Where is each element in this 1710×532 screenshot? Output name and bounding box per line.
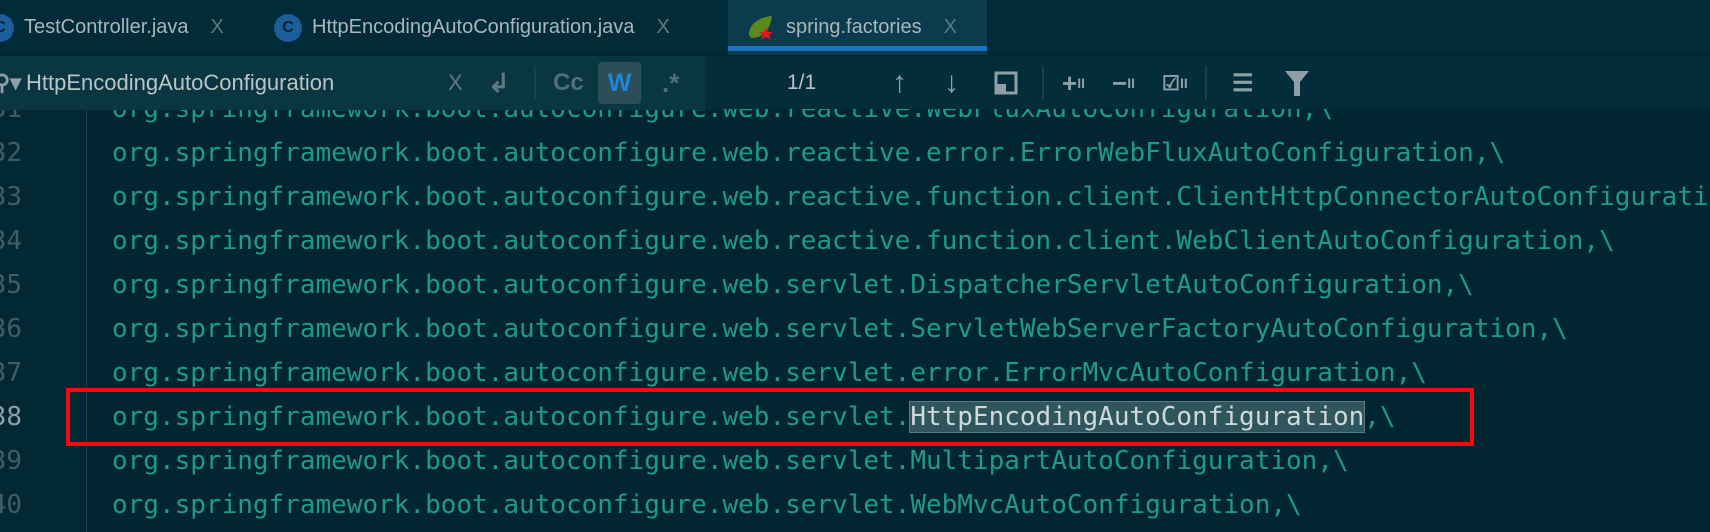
filter-search-results-icon[interactable]: ☰ (1232, 56, 1254, 110)
tab-label: spring.factories (786, 16, 922, 38)
java-class-icon: C (0, 13, 14, 42)
editor-tab-bar: C TestController.java X C HttpEncodingAu… (0, 0, 1710, 55)
code-text: org.springframework.boot.autoconfigure.w… (112, 226, 1615, 256)
line-number: 38 (0, 402, 22, 432)
divider (1205, 66, 1207, 100)
tab-httpencodingautoconfiguration[interactable]: C HttpEncodingAutoConfiguration.java X (274, 0, 670, 55)
tab-testcontroller[interactable]: C TestController.java X (0, 0, 224, 55)
code-text: org.springframework.boot.autoconfigure.w… (112, 109, 1333, 124)
line-number: 36 (0, 314, 22, 344)
annotation-highlight-box (66, 388, 1474, 446)
select-all-occurrences-icon[interactable] (994, 56, 1018, 110)
code-line[interactable]: 31 org.springframework.boot.autoconfigure… (0, 109, 1710, 131)
search-icon[interactable]: ⚲▾ (0, 56, 21, 110)
line-number: 35 (0, 270, 22, 300)
filter-icon[interactable] (1284, 56, 1310, 110)
code-line[interactable]: 34 org.springframework.boot.autoconfigure… (0, 219, 1710, 263)
code-line[interactable]: 33 org.springframework.boot.autoconfigure… (0, 175, 1710, 219)
previous-occurrence-icon[interactable]: ↑ (892, 56, 907, 110)
words-toggle[interactable]: W (598, 62, 641, 104)
next-occurrence-icon[interactable]: ↓ (944, 56, 959, 110)
spring-leaf-icon (749, 15, 773, 40)
code-text: org.springframework.boot.autoconfigure.w… (112, 270, 1474, 300)
line-number: 40 (0, 490, 22, 520)
code-line[interactable]: 36 org.springframework.boot.autoconfigure… (0, 307, 1710, 351)
code-text: org.springframework.boot.autoconfigure.w… (112, 314, 1568, 344)
code-text: org.springframework.boot.autoconfigure.w… (112, 490, 1302, 520)
search-input[interactable]: HttpEncodingAutoConfiguration (26, 56, 334, 110)
code-editor[interactable]: 31 org.springframework.boot.autoconfigure… (0, 109, 1710, 532)
tab-label: HttpEncodingAutoConfiguration.java (312, 16, 635, 38)
code-line[interactable]: 32 org.springframework.boot.autoconfigure… (0, 131, 1710, 175)
java-class-icon: C (274, 13, 302, 42)
code-line[interactable]: 40 org.springframework.boot.autoconfigure… (0, 483, 1710, 527)
code-text: org.springframework.boot.autoconfigure.w… (112, 138, 1506, 168)
code-line[interactable]: 35 org.springframework.boot.autoconfigure… (0, 263, 1710, 307)
line-number: 33 (0, 182, 22, 212)
divider (1042, 66, 1044, 100)
line-number: 32 (0, 138, 22, 168)
line-number: 34 (0, 226, 22, 256)
new-line-icon[interactable]: ↲ (488, 56, 510, 110)
select-all-icon[interactable]: ☑ II (1162, 56, 1188, 110)
tab-spring-factories[interactable]: spring.factories X (728, 0, 987, 55)
line-number: 37 (0, 358, 22, 388)
close-icon[interactable]: X (944, 16, 957, 39)
line-number: 31 (0, 109, 22, 124)
add-occurrence-icon[interactable]: + II (1062, 56, 1085, 110)
line-number: 39 (0, 446, 22, 476)
match-count: 1/1 (787, 71, 817, 94)
tab-label: TestController.java (24, 16, 189, 38)
regex-toggle[interactable]: .* (662, 56, 679, 110)
close-icon[interactable]: X (656, 16, 669, 39)
clear-search-icon[interactable]: X (448, 56, 463, 110)
find-bar: ⚲▾ HttpEncodingAutoConfiguration X ↲ Cc … (0, 55, 1710, 110)
close-icon[interactable]: X (211, 16, 224, 39)
remove-occurrence-icon[interactable]: − II (1112, 56, 1135, 110)
code-text: org.springframework.boot.autoconfigure.w… (112, 182, 1710, 212)
divider (534, 66, 536, 100)
match-case-toggle[interactable]: Cc (553, 56, 584, 110)
